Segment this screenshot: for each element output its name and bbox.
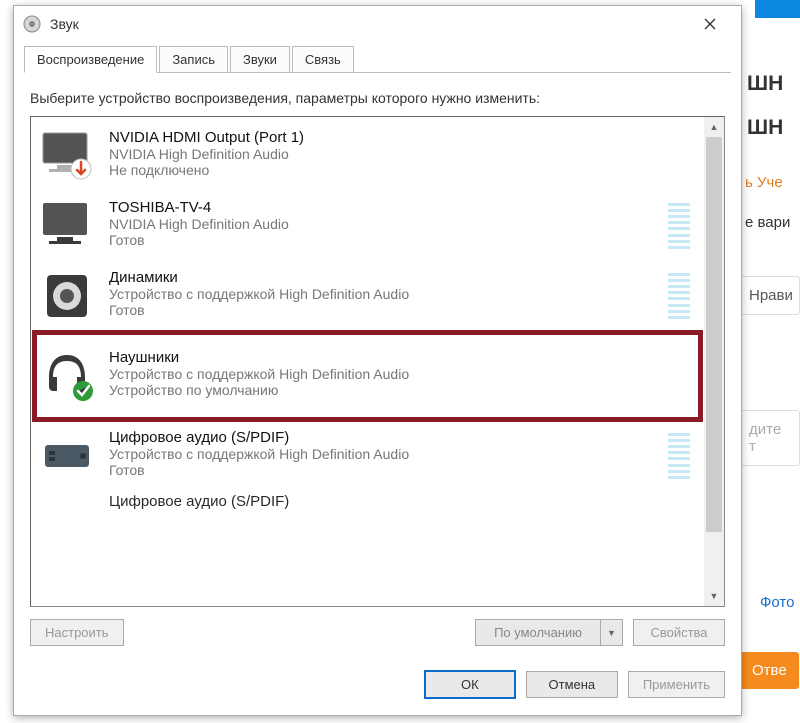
tab-playback[interactable]: Воспроизведение bbox=[24, 46, 157, 73]
sound-dialog: Звук Воспроизведение Запись Звуки Связь … bbox=[13, 5, 742, 716]
set-default-button[interactable]: По умолчанию bbox=[475, 619, 601, 646]
properties-button[interactable]: Свойства bbox=[633, 619, 725, 646]
bg-answer-button[interactable]: Отве bbox=[740, 652, 799, 689]
device-item-default[interactable]: Наушники Устройство с поддержкой High De… bbox=[33, 331, 702, 421]
title-bar: Звук bbox=[14, 6, 741, 42]
bg-enter-box[interactable]: дите т bbox=[740, 410, 800, 466]
tab-communications[interactable]: Связь bbox=[292, 46, 354, 73]
bg-account-link[interactable]: ь Уче bbox=[745, 174, 783, 191]
monitor-disconnected-icon bbox=[39, 129, 95, 183]
scroll-down-arrow[interactable]: ▼ bbox=[704, 586, 724, 606]
sound-app-icon bbox=[22, 14, 42, 34]
device-name: NVIDIA HDMI Output (Port 1) bbox=[109, 129, 696, 146]
scroll-thumb[interactable] bbox=[706, 137, 722, 532]
device-list: NVIDIA HDMI Output (Port 1) NVIDIA High … bbox=[31, 117, 704, 606]
set-default-dropdown[interactable]: ▼ bbox=[601, 619, 623, 646]
monitor-icon bbox=[39, 199, 95, 253]
bg-heading-2: ШН bbox=[747, 116, 800, 140]
ok-button[interactable]: ОК bbox=[424, 670, 516, 699]
device-driver: NVIDIA High Definition Audio bbox=[109, 146, 696, 162]
device-status: Не подключено bbox=[109, 162, 696, 178]
device-info: Наушники Устройство с поддержкой High De… bbox=[109, 349, 696, 398]
device-driver: NVIDIA High Definition Audio bbox=[109, 216, 668, 232]
device-info: Цифровое аудио (S/PDIF) bbox=[109, 493, 696, 510]
device-driver: Устройство с поддержкой High Definition … bbox=[109, 446, 668, 462]
bg-like-box[interactable]: Нрави bbox=[740, 276, 800, 315]
device-item[interactable]: NVIDIA HDMI Output (Port 1) NVIDIA High … bbox=[33, 121, 702, 191]
device-name: Динамики bbox=[109, 269, 668, 286]
config-button-row: Настроить По умолчанию ▼ Свойства bbox=[30, 619, 725, 646]
apply-button[interactable]: Применить bbox=[628, 671, 725, 698]
device-item[interactable]: Динамики Устройство с поддержкой High De… bbox=[33, 261, 702, 331]
configure-button[interactable]: Настроить bbox=[30, 619, 124, 646]
device-driver: Устройство с поддержкой High Definition … bbox=[109, 366, 696, 382]
bg-blue-bar bbox=[755, 0, 800, 18]
digital-audio-icon bbox=[39, 493, 95, 503]
device-list-box: NVIDIA HDMI Output (Port 1) NVIDIA High … bbox=[30, 116, 725, 607]
tab-content: Выберите устройство воспроизведения, пар… bbox=[14, 73, 741, 656]
tabs-bar: Воспроизведение Запись Звуки Связь bbox=[14, 42, 741, 73]
tab-sounds[interactable]: Звуки bbox=[230, 46, 290, 73]
device-name: Цифровое аудио (S/PDIF) bbox=[109, 429, 668, 446]
bg-heading-1: ШН bbox=[747, 72, 800, 96]
scroll-up-arrow[interactable]: ▲ bbox=[704, 117, 724, 137]
cancel-button[interactable]: Отмена bbox=[526, 671, 618, 698]
scrollbar[interactable]: ▲ ▼ bbox=[704, 117, 724, 606]
level-meter bbox=[668, 203, 690, 249]
device-status: Готов bbox=[109, 232, 668, 248]
device-name: Цифровое аудио (S/PDIF) bbox=[109, 493, 696, 510]
device-status: Готов bbox=[109, 462, 668, 478]
device-item[interactable]: Цифровое аудио (S/PDIF) bbox=[33, 491, 702, 510]
device-name: TOSHIBA-TV-4 bbox=[109, 199, 668, 216]
close-button[interactable] bbox=[687, 9, 733, 39]
device-status: Устройство по умолчанию bbox=[109, 382, 696, 398]
headphones-default-icon bbox=[39, 349, 95, 403]
bg-variant-text: е вари bbox=[745, 214, 790, 231]
instruction-text: Выберите устройство воспроизведения, пар… bbox=[30, 89, 725, 108]
scroll-track[interactable] bbox=[704, 137, 724, 586]
dialog-title: Звук bbox=[50, 16, 687, 32]
device-item[interactable]: TOSHIBA-TV-4 NVIDIA High Definition Audi… bbox=[33, 191, 702, 261]
device-name: Наушники bbox=[109, 349, 696, 366]
device-info: TOSHIBA-TV-4 NVIDIA High Definition Audi… bbox=[109, 199, 668, 248]
device-info: Цифровое аудио (S/PDIF) Устройство с под… bbox=[109, 429, 668, 478]
device-status: Готов bbox=[109, 302, 668, 318]
device-info: Динамики Устройство с поддержкой High De… bbox=[109, 269, 668, 318]
level-meter bbox=[668, 433, 690, 479]
tab-recording[interactable]: Запись bbox=[159, 46, 228, 73]
bg-photo-link[interactable]: Фото bbox=[760, 594, 794, 611]
digital-audio-icon bbox=[39, 429, 95, 483]
device-driver: Устройство с поддержкой High Definition … bbox=[109, 286, 668, 302]
device-info: NVIDIA HDMI Output (Port 1) NVIDIA High … bbox=[109, 129, 696, 178]
device-item[interactable]: Цифровое аудио (S/PDIF) Устройство с под… bbox=[33, 421, 702, 491]
dialog-footer: ОК Отмена Применить bbox=[14, 656, 741, 715]
level-meter bbox=[668, 273, 690, 319]
speaker-icon bbox=[39, 269, 95, 323]
set-default-group: По умолчанию ▼ bbox=[475, 619, 623, 646]
